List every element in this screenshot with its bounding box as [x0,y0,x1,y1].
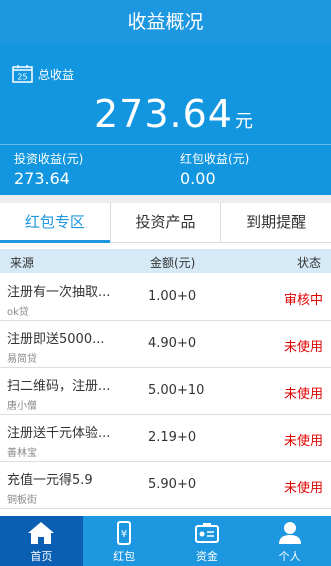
row-amount: 1.00+0 [148,289,197,304]
redpack-earnings-value: 0.00 [180,169,216,188]
table-row[interactable]: 注册即送5000... 易简贷 4.90+0 未使用 [0,321,331,368]
row-title: 注册即送5000... [7,332,105,347]
row-title: 充值一元得5.9 [7,473,93,488]
tab-invest-products[interactable]: 投资产品 [111,203,222,242]
phone-redpack-icon: ¥ [117,521,132,545]
home-icon [28,522,55,544]
nav-home-label: 首页 [30,550,53,563]
redpack-list: 注册有一次抽取... ok贷 1.00+0 审核中 注册即送5000... 易简… [0,274,331,509]
total-earnings-unit: 元 [234,111,254,132]
table-row[interactable]: 注册送千元体验... 善林宝 2.19+0 未使用 [0,415,331,462]
bottom-nav: 首页 ¥ 红包 资金 个人 [0,516,331,566]
row-status: 未使用 [283,387,323,402]
tab-redpack-zone[interactable]: 红包专区 [0,203,111,243]
calendar-icon: 25 [12,65,33,83]
summary-divider [0,144,331,145]
row-amount: 4.90+0 [148,336,197,351]
earnings-summary: 25 总收益 273.64 元 投资收益(元) 273.64 红包收益(元) 0.… [0,44,331,195]
row-amount: 5.90+0 [148,477,197,492]
row-platform: 易简贷 [7,354,37,365]
nav-redpack-label: 红包 [113,550,136,563]
table-row[interactable]: 注册有一次抽取... ok贷 1.00+0 审核中 [0,274,331,321]
invest-earnings-label: 投资收益(元) [14,152,84,166]
calendar-day: 25 [17,73,27,82]
row-status: 未使用 [283,434,323,449]
invest-earnings-value: 273.64 [14,169,70,188]
row-platform: ok贷 [7,307,29,318]
row-status: 未使用 [283,340,323,355]
row-amount: 2.19+0 [148,430,197,445]
svg-text:¥: ¥ [121,529,127,540]
person-icon [278,522,301,544]
nav-profile-label: 个人 [278,550,301,563]
row-amount: 5.00+10 [148,383,205,398]
total-earnings-amount: 273.64 元 [94,92,254,136]
invest-earnings: 投资收益(元) 273.64 [14,150,83,188]
column-header-amount: 金额(元) [150,256,196,270]
total-earnings-label: 总收益 [38,68,75,82]
wallet-icon [194,523,219,543]
redpack-earnings: 红包收益(元) 0.00 [180,150,249,188]
section-gap [0,195,331,203]
nav-redpack[interactable]: ¥ 红包 [83,516,166,566]
row-title: 扫二维码，注册... [7,379,111,394]
row-platform: 善林宝 [7,448,37,459]
row-title: 注册送千元体验... [7,426,111,441]
nav-funds[interactable]: 资金 [166,516,249,566]
row-platform: 铜板街 [7,495,37,506]
nav-funds-label: 资金 [195,550,218,563]
table-row[interactable]: 扫二维码，注册... 唐小僧 5.00+10 未使用 [0,368,331,415]
nav-profile[interactable]: 个人 [248,516,331,566]
redpack-earnings-label: 红包收益(元) [180,152,250,166]
total-earnings-value: 273.64 [94,92,233,136]
table-row[interactable]: 充值一元得5.9 铜板街 5.90+0 未使用 [0,462,331,509]
column-header-status: 状态 [296,256,321,270]
row-status: 未使用 [283,481,323,496]
row-platform: 唐小僧 [7,401,37,412]
table-header: 来源 金额(元) 状态 [0,249,331,273]
row-title: 注册有一次抽取... [7,285,111,300]
nav-home[interactable]: 首页 [0,516,83,566]
tab-due-reminder[interactable]: 到期提醒 [221,203,331,242]
row-status: 审核中 [283,293,323,308]
column-header-source: 来源 [10,256,35,270]
tab-bar: 红包专区 投资产品 到期提醒 [0,203,331,243]
page-title: 收益概况 [0,0,331,44]
